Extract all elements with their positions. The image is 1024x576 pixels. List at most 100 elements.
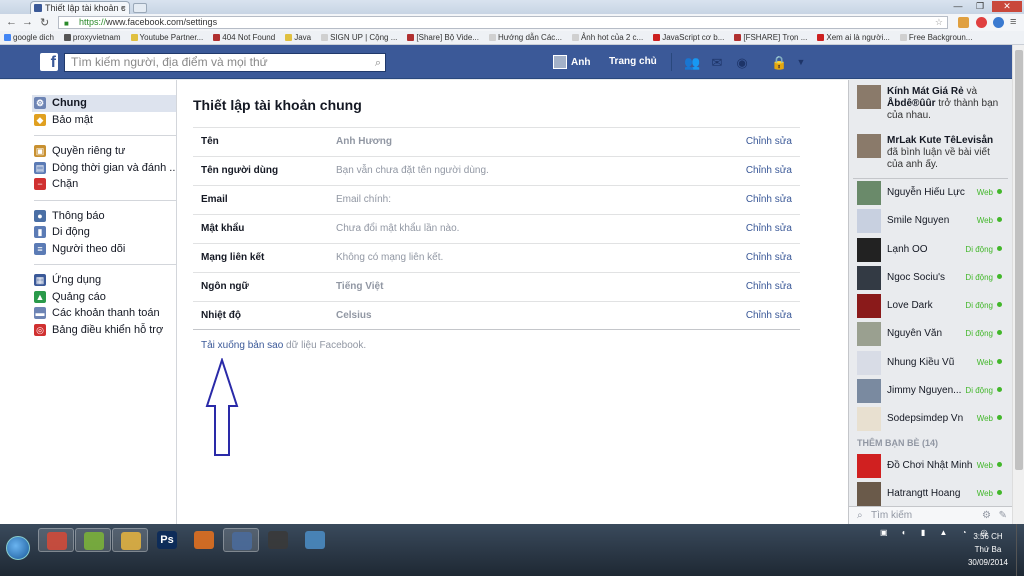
edit-link[interactable]: Chỉnh sửa (746, 128, 792, 156)
ticker-text: đã bình luận về bài viết của anh ấy. (887, 147, 990, 170)
chat-contact[interactable]: Smile Nguyen Web (849, 207, 1012, 235)
window-close-button[interactable]: ✕ (992, 1, 1022, 12)
nav-item[interactable]: ⚙ Chung (32, 95, 176, 112)
bookmark-item[interactable]: Java (285, 31, 311, 44)
search-input[interactable]: Tìm kiếm người, địa điểm và mọi thứ ⌕ (64, 53, 386, 72)
search-icon: ⌕ (857, 510, 863, 521)
ticker-story[interactable]: MrLak Kute TêLevisån đã bình luận về bài… (849, 129, 1012, 178)
search-icon[interactable]: ⌕ (375, 55, 381, 72)
compose-icon[interactable]: ✎ (999, 507, 1007, 524)
chat-contact[interactable]: Jimmy Nguyen... Di động (849, 377, 1012, 405)
chat-contact[interactable]: Nhung Kiều Vũ Web (849, 349, 1012, 377)
chat-search-input[interactable]: ⌕ Tìm kiếm ⚙ ✎ (849, 506, 1013, 524)
gear-icon[interactable]: ⚙ (982, 507, 991, 524)
avatar (857, 379, 881, 404)
start-button[interactable] (6, 536, 30, 560)
settings-row[interactable]: Mật khẩu Chưa đổi mật khẩu lần nào. Chỉnh … (193, 214, 800, 243)
contact-name: Đồ Chơi Nhật Minh (887, 459, 973, 471)
facebook-logo[interactable]: f (40, 53, 58, 71)
bookmark-item[interactable]: 404 Not Found (213, 31, 275, 44)
maximize-button[interactable]: ❐ (970, 1, 990, 12)
chat-contact[interactable]: Love Dark Di động (849, 292, 1012, 320)
settings-row[interactable]: Ngôn ngữ Tiếng Việt Chỉnh sửa (193, 272, 800, 301)
nav-item[interactable]: ▲ Quảng cáo (32, 289, 176, 306)
edit-link[interactable]: Chỉnh sửa (746, 215, 792, 243)
bookmark-item[interactable]: google dich (4, 31, 54, 44)
chat-contact[interactable]: Hatrangtt Hoang Web (849, 480, 1012, 508)
edit-link[interactable]: Chỉnh sửa (746, 273, 792, 301)
notifications-icon[interactable]: ◉ (734, 56, 750, 69)
browser-tab[interactable]: Thiết lập tài khoản c × (30, 1, 130, 14)
clock[interactable]: 3:56 CH Thứ Ba 30/09/2014 (958, 530, 1018, 569)
tab-close-icon[interactable]: × (121, 2, 126, 14)
back-icon[interactable]: ← (6, 16, 17, 28)
extension-icon[interactable] (976, 17, 987, 28)
download-copy-link[interactable]: Tải xuống bản sao (201, 340, 283, 351)
edit-link[interactable]: Chỉnh sửa (746, 244, 792, 272)
explorer-taskbar-icon[interactable] (112, 528, 148, 552)
ticker-story[interactable]: Kính Mát Giá Rẻ và Åbdê®ûûr trở thành bạ… (849, 80, 1012, 129)
bookmark-item[interactable]: Youtube Partner... (130, 31, 203, 44)
screen-taskbar-icon[interactable] (260, 528, 296, 552)
profile-link[interactable]: Anh (553, 55, 590, 69)
utorrent-taskbar-icon[interactable] (75, 528, 111, 552)
minimize-button[interactable]: — (948, 1, 968, 12)
extension-icon[interactable] (958, 17, 969, 28)
chrome-taskbar-icon[interactable] (38, 528, 74, 552)
bookmark-star-icon[interactable]: ☆ (935, 17, 943, 28)
network-taskbar-icon[interactable] (223, 528, 259, 552)
bookmark-item[interactable]: [Share] Bộ Vide... (407, 31, 479, 44)
nav-item[interactable]: ▤ Dòng thời gian và đánh ... (32, 160, 176, 177)
scrollbar-thumb[interactable] (1015, 50, 1023, 470)
bookmark-item[interactable]: [FSHARE] Trọn ... (734, 31, 807, 44)
privacy-shortcuts-icon[interactable]: 🔒 (771, 56, 787, 69)
chat-contact[interactable]: Ngoc Sociu's Di động (849, 264, 1012, 292)
settings-row[interactable]: Mạng liên kết Không có mạng liên kết. Chỉn… (193, 243, 800, 272)
photoshop-taskbar-icon[interactable]: Ps (149, 528, 185, 552)
nav-item[interactable]: ▮ Di động (32, 224, 176, 241)
chat-contact[interactable]: Nguyễn Hiếu Lực Web (849, 179, 1012, 207)
nav-item[interactable]: ● Thông báo (32, 208, 176, 225)
new-tab-button[interactable] (133, 3, 147, 13)
settings-row[interactable]: Email Email chính: Chỉnh sửa (193, 185, 800, 214)
bookmark-item[interactable]: SIGN UP | Cộng ... (321, 31, 397, 44)
home-link[interactable]: Trang chủ (609, 56, 657, 67)
nav-item[interactable]: − Chặn (32, 176, 176, 193)
bookmark-item[interactable]: proxyvietnam (63, 31, 121, 44)
avatar (857, 322, 881, 347)
edit-link[interactable]: Chỉnh sửa (746, 186, 792, 214)
bookmark-item[interactable]: Hướng dẫn Các... (488, 31, 562, 44)
chat-contact[interactable]: Nguyên Văn Di động (849, 320, 1012, 348)
nav-item[interactable]: ◆ Bảo mật (32, 112, 176, 129)
edit-link[interactable]: Chỉnh sửa (746, 157, 792, 185)
nav-item[interactable]: ◎ Bảng điều khiển hỗ trợ (32, 322, 176, 339)
settings-row[interactable]: Tên người dùng Bạn vẫn chưa đặt tên người… (193, 156, 800, 185)
chat-contact[interactable]: Sodepsimdep Vn Web (849, 405, 1012, 433)
page-scrollbar[interactable] (1012, 45, 1024, 524)
firefox-taskbar-icon[interactable] (186, 528, 222, 552)
bookmark-item[interactable]: Free Backgroun... (899, 31, 972, 44)
friend-requests-icon[interactable]: 👥 (684, 56, 700, 69)
nav-item[interactable]: ▦ Ứng dụng (32, 272, 176, 289)
url-field[interactable]: ■ https://www.facebook.com/settings ☆ (58, 16, 948, 29)
edit-link[interactable]: Chỉnh sửa (746, 302, 792, 330)
nav-item[interactable]: ≡ Người theo dõi (32, 241, 176, 258)
account-menu-chevron-down-icon[interactable]: ▼ (793, 56, 809, 69)
bookmark-item[interactable]: Ảnh hot của 2 c... (571, 31, 643, 44)
forward-icon[interactable]: → (22, 16, 33, 28)
show-desktop-button[interactable] (1016, 524, 1024, 576)
settings-row[interactable]: Nhiệt độ Celsius Chỉnh sửa (193, 301, 800, 330)
paint-taskbar-icon[interactable] (297, 528, 333, 552)
reload-icon[interactable]: ↻ (40, 16, 49, 29)
bookmark-item[interactable]: Xem ai là người... (817, 31, 890, 44)
messages-icon[interactable]: ✉ (709, 56, 725, 69)
menu-icon[interactable]: ≡ (1010, 16, 1016, 28)
settings-row[interactable]: Tên Anh Hương Chỉnh sửa (193, 127, 800, 156)
nav-item[interactable]: ▬ Các khoản thanh toán (32, 305, 176, 322)
extension-icon[interactable] (993, 17, 1004, 28)
nav-item[interactable]: ▣ Quyền riêng tư (32, 143, 176, 160)
chat-contact[interactable]: Đồ Chơi Nhật Minh Web (849, 452, 1012, 480)
chat-contact[interactable]: Lạnh OO Di động (849, 236, 1012, 264)
bookmark-item[interactable]: JavaScript cơ b... (653, 31, 724, 44)
download-copy-rest: dữ liệu Facebook. (283, 340, 367, 351)
